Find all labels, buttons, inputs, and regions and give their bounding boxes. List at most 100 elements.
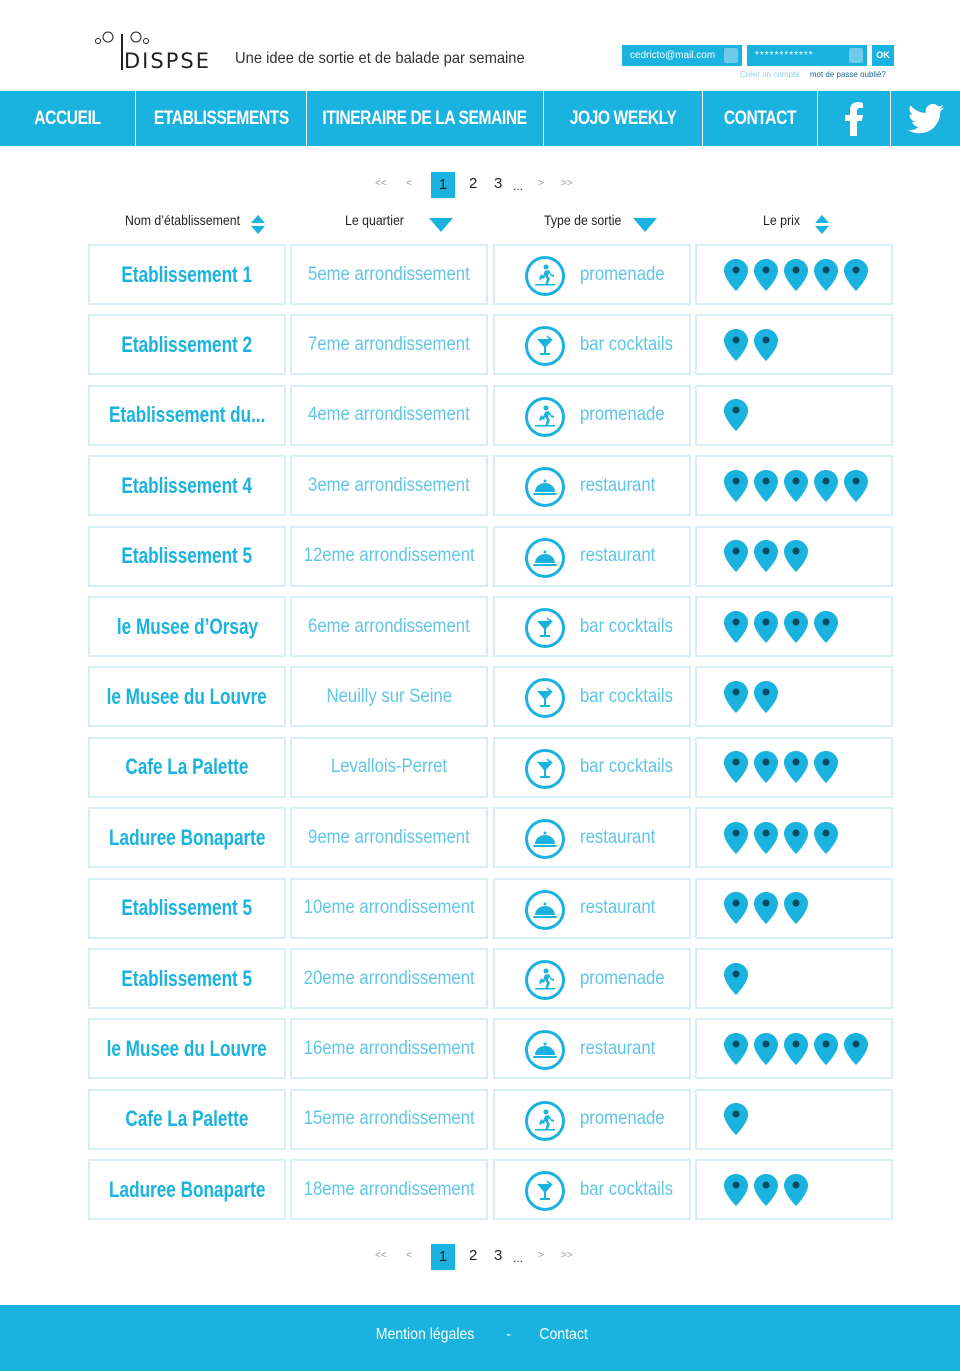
type-cell: bar cocktails	[493, 666, 691, 728]
nav-label: ETABLISSEMENTS	[153, 107, 289, 129]
table-row[interactable]: le Musee du Louvre Neuilly sur Seine bar c…	[88, 666, 893, 728]
next-page-link[interactable]: >	[538, 178, 544, 189]
site-logo[interactable]: DISPSE	[95, 28, 235, 73]
email-field[interactable]: cedricto@mail.com	[622, 45, 742, 66]
type-cell: bar cocktails	[493, 736, 691, 798]
pagination-bottom: << < 1 2 3 ... > >>	[370, 1244, 590, 1270]
establishment-name-cell[interactable]: Etablissement 2	[88, 314, 286, 376]
type-label: promenade	[580, 1108, 676, 1130]
quartier-cell: 18eme arrondissement	[290, 1159, 488, 1221]
price-cell	[695, 1159, 893, 1221]
type-text: restaurant	[580, 545, 656, 567]
establishment-name-cell[interactable]: le Musee du Louvre	[88, 1018, 286, 1080]
header-price[interactable]: Le prix	[763, 212, 805, 228]
header-quartier[interactable]: Le quartier	[345, 212, 412, 228]
sort-down-icon[interactable]	[429, 218, 453, 232]
sort-updown-icon[interactable]	[815, 215, 829, 235]
login-ok-button[interactable]: OK	[872, 45, 894, 66]
establishment-name-cell[interactable]: Etablissement 4	[88, 455, 286, 517]
last-page-link[interactable]: >>	[561, 1250, 573, 1261]
type-label: bar cocktails	[580, 1179, 686, 1201]
table-row[interactable]: Etablissement 4 3eme arrondissement restau…	[88, 455, 893, 517]
nav-accueil[interactable]: ACCUEIL	[0, 91, 136, 146]
footer-links: Mention légales - Contact	[0, 1326, 960, 1344]
table-row[interactable]: Etablissement 5 20eme arrondissement prome…	[88, 948, 893, 1009]
table-row[interactable]: Cafe La Palette Levallois-Perret bar cockt…	[88, 736, 893, 798]
first-page-link[interactable]: <<	[375, 178, 387, 189]
establishment-name: le Musee d’Orsay	[116, 613, 258, 639]
page-link-1[interactable]: 1	[431, 172, 455, 198]
cloche-icon	[525, 1030, 565, 1071]
table-row[interactable]: Laduree Bonaparte 9eme arrondissement rest…	[88, 807, 893, 869]
table-row[interactable]: Etablissement 5 12eme arrondissement resta…	[88, 525, 893, 587]
nav-jojo-weekly[interactable]: JOJO WEEKLY	[544, 91, 703, 146]
establishment-name: Etablissement 4	[121, 472, 253, 498]
price-pin-icon	[724, 821, 748, 854]
type-cell: restaurant	[493, 807, 691, 869]
twitter-link[interactable]	[891, 91, 960, 146]
price-cell	[695, 736, 893, 798]
page-link-2[interactable]: 2	[469, 1247, 477, 1264]
table-row[interactable]: le Musee d’Orsay 6eme arrondissement bar c…	[88, 596, 893, 657]
last-page-link[interactable]: >>	[561, 178, 573, 189]
price-pin-icon	[754, 469, 778, 502]
nav-contact[interactable]: CONTACT	[703, 91, 818, 146]
price-pin-icon	[814, 821, 838, 854]
establishment-name-cell[interactable]: le Musee du Louvre	[88, 666, 286, 728]
page-link-3[interactable]: 3	[494, 1247, 502, 1264]
establishment-name-cell[interactable]: Laduree Bonaparte	[88, 1159, 286, 1221]
cocktail-icon	[525, 748, 565, 789]
establishment-name-cell[interactable]: le Musee d’Orsay	[88, 596, 286, 657]
table-row[interactable]: Etablissement 2 7eme arrondissement bar co…	[88, 314, 893, 376]
prev-page-link[interactable]: <	[406, 178, 412, 189]
price-pin-icon	[724, 1173, 748, 1206]
establishment-name-cell[interactable]: Etablissement 1	[88, 244, 286, 305]
establishment-name-cell[interactable]: Cafe La Palette	[88, 1088, 286, 1150]
type-cell: promenade	[493, 384, 691, 446]
legal-link[interactable]: Mention légales	[376, 1326, 475, 1344]
establishment-name-cell[interactable]: Cafe La Palette	[88, 736, 286, 798]
table-row[interactable]: Etablissement 5 10eme arrondissement resta…	[88, 877, 893, 939]
password-field[interactable]: ************	[747, 45, 867, 66]
page-link-2[interactable]: 2	[469, 175, 477, 192]
forgot-password-link[interactable]: mot de passe oublié?	[810, 70, 886, 79]
table-row[interactable]: le Musee du Louvre 16eme arrondissement re…	[88, 1018, 893, 1080]
establishment-name-cell[interactable]: Etablissement 5	[88, 948, 286, 1009]
prev-page-link[interactable]: <	[406, 1250, 412, 1261]
quartier-cell: 5eme arrondissement	[290, 244, 488, 305]
quartier-text: 20eme arrondissement	[303, 967, 475, 989]
sort-updown-icon[interactable]	[251, 215, 265, 235]
price-pin-icon	[844, 469, 868, 502]
nav-itineraire[interactable]: ITINERAIRE DE LA SEMAINE	[307, 91, 544, 146]
contact-link[interactable]: Contact	[539, 1326, 588, 1344]
type-label: bar cocktails	[580, 616, 686, 638]
establishment-name: Cafe La Palette	[125, 1106, 249, 1132]
header-name[interactable]: Nom d’établissement	[125, 212, 256, 228]
establishment-name-cell[interactable]: Laduree Bonaparte	[88, 807, 286, 869]
quartier-cell: 15eme arrondissement	[290, 1088, 488, 1150]
first-page-link[interactable]: <<	[375, 1250, 387, 1261]
page-link-1[interactable]: 1	[431, 1244, 455, 1270]
establishment-name-cell[interactable]: Etablissement du...	[88, 384, 286, 446]
sort-down-icon[interactable]	[633, 218, 657, 232]
walking-icon	[525, 256, 565, 296]
price-pin-icon	[724, 610, 748, 643]
price-pin-icon	[814, 610, 838, 643]
type-label: promenade	[580, 968, 676, 990]
table-row[interactable]: Etablissement 1 5eme arrondissement promen…	[88, 244, 893, 305]
establishment-name-cell[interactable]: Etablissement 5	[88, 525, 286, 587]
table-row[interactable]: Etablissement du... 4eme arrondissement pr…	[88, 384, 893, 446]
type-text: promenade	[580, 404, 665, 426]
create-account-link[interactable]: Créer un compte	[740, 70, 800, 79]
price-pin-icon	[754, 1173, 778, 1206]
table-row[interactable]: Cafe La Palette 15eme arrondissement prome…	[88, 1088, 893, 1150]
facebook-link[interactable]	[818, 91, 891, 146]
page-link-3[interactable]: 3	[494, 175, 502, 192]
quartier-text: 10eme arrondissement	[303, 897, 475, 919]
table-row[interactable]: Laduree Bonaparte 18eme arrondissement bar…	[88, 1159, 893, 1221]
nav-etablissements[interactable]: ETABLISSEMENTS	[136, 91, 307, 146]
establishment-name-cell[interactable]: Etablissement 5	[88, 877, 286, 939]
header-type[interactable]: Type de sortie	[544, 212, 632, 228]
type-cell: bar cocktails	[493, 1159, 691, 1221]
next-page-link[interactable]: >	[538, 1250, 544, 1261]
